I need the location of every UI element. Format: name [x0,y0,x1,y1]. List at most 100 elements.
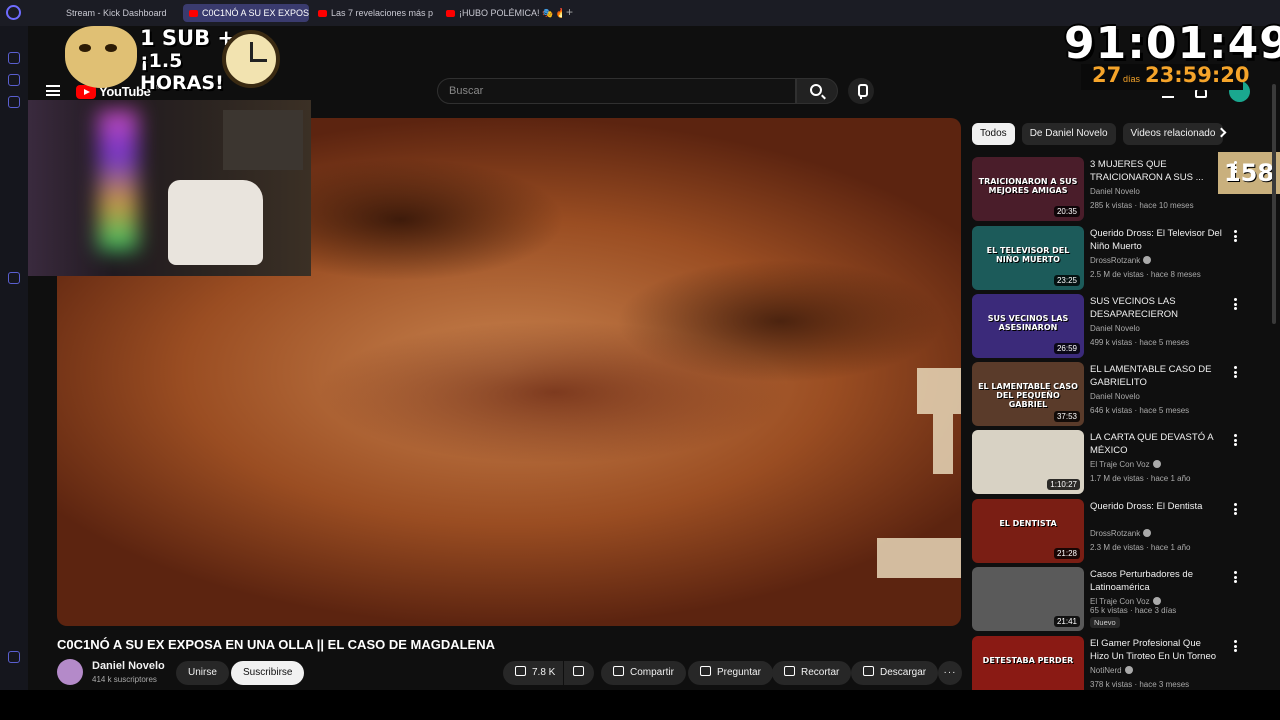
download-icon [863,666,874,676]
new-tab-button[interactable]: + [566,5,573,19]
recommendation-channel[interactable]: NotiNerd [1090,666,1133,675]
video-thumbnail[interactable]: EL LAMENTABLE CASO DEL PEQUEÑO GABRIEL 37… [972,362,1084,426]
youtube-favicon-icon [318,9,327,17]
channel-name[interactable]: Daniel Novelo [92,660,165,672]
download-button[interactable]: Descargar [851,661,939,685]
sidebar-messenger-icon[interactable] [8,74,20,86]
sparkle-icon [700,666,711,676]
clip-label: Recortar [801,667,840,678]
ask-button[interactable]: Preguntar [688,661,773,685]
recommendation-item[interactable]: SUS VECINOS LAS ASESINARON 26:59 SUS VECIN… [972,294,1237,358]
voice-search-button[interactable] [848,78,874,104]
channel-label: NotiNerd [1090,666,1122,675]
more-options-icon[interactable] [1234,571,1237,583]
clip-button[interactable]: Recortar [772,661,852,685]
room-window [223,110,303,170]
verified-check-icon [1143,256,1152,264]
like-count: 7.8 K [532,667,556,678]
thumbnail-caption: EL TELEVISOR DEL NIÑO MUERTO [986,246,1070,264]
video-thumbnail[interactable]: 21:41 [972,567,1084,631]
recommendation-title[interactable]: Casos Perturbadores de Latinoamérica [1090,568,1222,594]
more-options-icon[interactable] [1234,161,1237,173]
recommendation-channel[interactable]: Daniel Novelo [1090,187,1140,196]
recommendation-item[interactable]: EL LAMENTABLE CASO DEL PEQUEÑO GABRIEL 37… [972,362,1237,426]
recommendation-title[interactable]: El Gamer Profesional Que Hizo Un Tiroteo… [1090,637,1222,663]
video-frame-letter [917,368,961,414]
ask-label: Preguntar [717,667,761,678]
chip-todos[interactable]: Todos [972,123,1015,145]
more-options-icon[interactable] [1234,640,1237,652]
recommendation-meta: 1.7 M de vistas · hace 1 año [1090,474,1191,483]
verified-check-icon [1152,460,1161,468]
sidebar-discord-icon[interactable] [8,272,20,284]
recommendation-meta: 499 k vistas · hace 5 meses [1090,338,1190,347]
tab-polemica[interactable]: ¡HUBO POLÉMICA! 🎭 🔥 A [440,4,562,22]
recommendation-title[interactable]: EL LAMENTABLE CASO DE GABRIELITO [1090,363,1222,389]
subscribe-button[interactable]: Suscribirse [231,661,305,685]
more-options-icon[interactable] [1234,503,1237,515]
more-actions-button[interactable]: ··· [938,661,962,685]
recommendation-meta: 378 k vistas · hace 3 meses [1090,680,1190,689]
gaming-chair [168,180,263,265]
channel-label: Daniel Novelo [1090,324,1140,333]
more-options-icon[interactable] [1234,434,1237,446]
dislike-button[interactable] [564,661,594,685]
thumbnail-caption: DETESTABA PERDER [982,656,1074,665]
recommendation-channel[interactable]: El Traje Con Voz [1090,597,1161,606]
channel-avatar[interactable] [57,659,83,685]
recommendation-title[interactable]: LA CARTA QUE DEVASTÓ A MÉXICO [1090,431,1222,457]
tab-revelaciones[interactable]: Las 7 revelaciones más p [312,4,436,22]
more-options-icon[interactable] [1234,366,1237,378]
video-frame-letter [933,414,953,474]
recommendation-channel[interactable]: DrossRotzank [1090,256,1152,265]
sidebar-gx-icon[interactable] [8,651,20,663]
video-title: C0C1NÓ A SU EX EXPOSA EN UNA OLLA || EL … [57,637,496,652]
video-thumbnail[interactable]: 1:10:27 [972,430,1084,494]
youtube-favicon-icon [446,9,455,17]
search-button[interactable] [796,78,838,104]
more-options-icon[interactable] [1234,230,1237,242]
join-button[interactable]: Unirse [176,661,229,685]
duration-badge: 26:59 [1053,343,1080,354]
recommendation-channel[interactable]: Daniel Novelo [1090,324,1140,333]
page-scrollbar[interactable] [1272,84,1276,324]
thumbnail-caption: EL DENTISTA [999,519,1057,528]
browser-logo-icon[interactable] [6,5,21,20]
video-thumbnail[interactable]: EL TELEVISOR DEL NIÑO MUERTO 23:25 [972,226,1084,290]
thumbnail-caption: EL LAMENTABLE CASO DEL PEQUEÑO GABRIEL [978,382,1078,409]
like-button[interactable]: 7.8 K [503,661,563,685]
more-options-icon[interactable] [1234,298,1237,310]
sub-goal-banner: 1 SUB + ¡1.5 HORAS! [30,8,280,94]
thumbs-up-icon [515,666,526,676]
recommendation-channel[interactable]: DrossRotzank [1090,529,1152,538]
streamer-webcam [28,100,311,276]
channel-label: El Traje Con Voz [1090,597,1150,606]
chip-channel[interactable]: De Daniel Novelo [1021,123,1116,145]
sidebar-speed-dial-icon[interactable] [8,52,20,64]
recommendation-channel[interactable]: El Traje Con Voz [1090,460,1161,469]
recommendation-item[interactable]: EL TELEVISOR DEL NIÑO MUERTO 23:25 Querido… [972,226,1237,290]
duration-badge: 1:10:27 [1047,479,1080,490]
video-thumbnail[interactable]: TRAICIONARON A SUS MEJORES AMIGAS 20:35 [972,157,1084,221]
recommendation-title[interactable]: Querido Dross: El Televisor Del Niño Mue… [1090,227,1222,253]
video-thumbnail[interactable]: SUS VECINOS LAS ASESINARON 26:59 [972,294,1084,358]
channel-label: DrossRotzank [1090,256,1141,265]
chip-related[interactable]: Videos relacionado [1122,123,1224,145]
video-frame-letter [877,538,961,578]
channel-label: Daniel Novelo [1090,187,1140,196]
recommendation-item[interactable]: EL DENTISTA 21:28 Querido Dross: El Dentis… [972,499,1237,563]
duration-badge: 21:41 [1053,616,1080,627]
recommendation-title[interactable]: Querido Dross: El Dentista [1090,500,1222,513]
sub-goal-line1: 1 SUB + [140,26,236,50]
recommendation-title[interactable]: SUS VECINOS LAS DESAPARECIERON [1090,295,1222,321]
recommendation-channel[interactable]: Daniel Novelo [1090,392,1140,401]
sidebar-history-icon[interactable] [8,96,20,108]
recommendation-title[interactable]: 3 MUJERES QUE TRAICIONARON A SUS ... [1090,158,1222,184]
share-button[interactable]: Compartir [601,661,686,685]
recommendation-item[interactable]: TRAICIONARON A SUS MEJORES AMIGAS 20:35 3 … [972,157,1237,221]
recommendation-item[interactable]: 21:41 Casos Perturbadores de Latinoaméric… [972,567,1237,631]
recommendation-item[interactable]: 1:10:27 LA CARTA QUE DEVASTÓ A MÉXICO El T… [972,430,1237,494]
search-input[interactable]: Buscar [437,78,796,104]
countdown-time: 23:59:20 [1145,63,1250,87]
video-thumbnail[interactable]: EL DENTISTA 21:28 [972,499,1084,563]
